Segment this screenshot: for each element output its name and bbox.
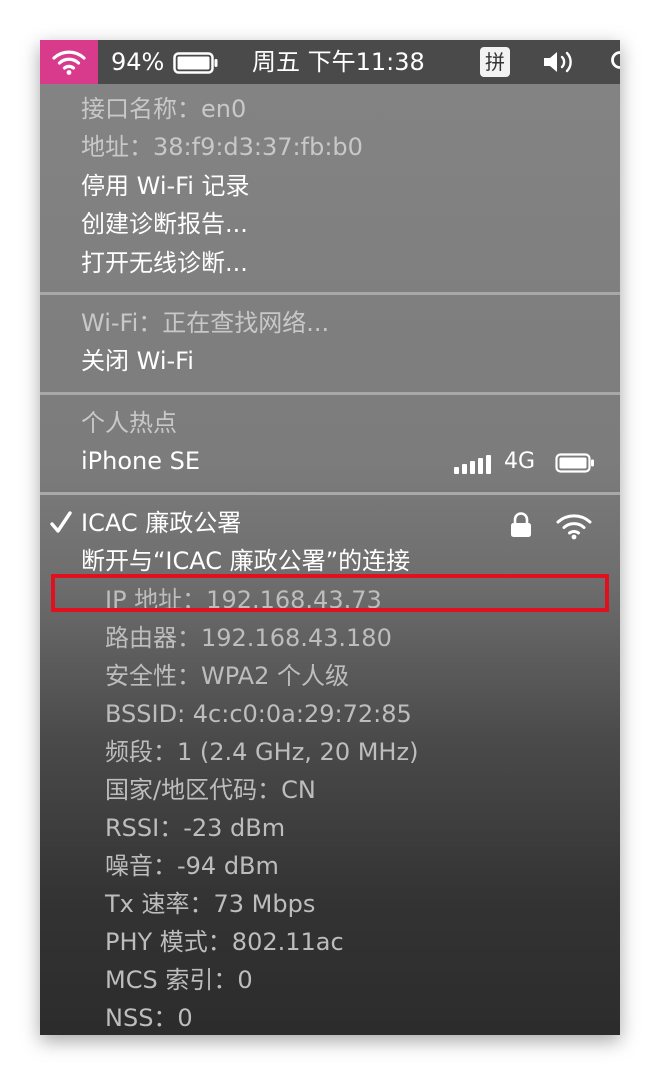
lock-icon [511, 512, 531, 537]
wifi-menu-extra[interactable] [40, 40, 98, 84]
detail-nss: NSS：0 [105, 1004, 193, 1032]
interface-address: 地址：38:f9:d3:37:fb:b0 [81, 133, 363, 161]
ip-address-highlight-box [51, 574, 609, 612]
detail-rssi: RSSI：-23 dBm [105, 814, 286, 842]
detail-security: 安全性：WPA2 个人级 [105, 662, 349, 690]
detail-phy-mode: PHY 模式：802.11ac [105, 928, 344, 956]
open-wireless-diagnostics-item[interactable]: 打开无线诊断... [81, 248, 248, 278]
connected-network-item[interactable]: ICAC 廉政公署 [81, 508, 241, 538]
wifi-status: Wi-Fi：正在查找网络... [81, 309, 330, 337]
wifi-icon [52, 50, 86, 75]
menu-separator [40, 292, 620, 295]
battery-percentage: 94% [111, 48, 165, 76]
menu-bar: 94% 周五 下午11:38 拼 [40, 40, 620, 84]
detail-tx-rate: Tx 速率：73 Mbps [105, 890, 316, 918]
hotspot-device-item[interactable]: iPhone SE [81, 446, 200, 476]
battery-icon[interactable] [173, 52, 219, 74]
menu-separator [40, 492, 620, 495]
detail-noise: 噪音：-94 dBm [105, 852, 279, 880]
turn-wifi-off-item[interactable]: 关闭 Wi-Fi [81, 346, 194, 376]
create-diagnostics-report-item[interactable]: 创建诊断报告... [81, 209, 248, 239]
detail-country-code: 国家/地区代码：CN [105, 776, 316, 804]
detail-router: 路由器：192.168.43.180 [105, 624, 392, 652]
detail-mcs-index: MCS 索引：0 [105, 966, 253, 994]
hotspot-network-type: 4G [504, 449, 536, 474]
disable-wifi-logging-item[interactable]: 停用 Wi-Fi 记录 [81, 171, 250, 201]
menu-separator [40, 392, 620, 395]
wifi-menu-screenshot: 94% 周五 下午11:38 拼 接口名称：en0 地址：38:f9:d3:37… [40, 40, 620, 1035]
wifi-signal-icon [556, 514, 592, 540]
detail-channel: 频段：1 (2.4 GHz, 20 MHz) [105, 738, 419, 766]
interface-name: 接口名称：en0 [81, 95, 247, 123]
disconnect-network-item[interactable]: 断开与“ICAC 廉政公署”的连接 [81, 546, 410, 576]
checkmark-icon [50, 511, 72, 533]
input-method-indicator[interactable]: 拼 [480, 47, 510, 77]
search-icon[interactable] [608, 50, 620, 74]
hotspot-battery-icon [555, 453, 594, 473]
signal-bars-icon [454, 455, 491, 474]
personal-hotspot-header: 个人热点 [81, 409, 177, 437]
detail-bssid: BSSID: 4c:c0:0a:29:72:85 [105, 700, 412, 728]
volume-icon[interactable] [542, 50, 578, 74]
menubar-clock[interactable]: 周五 下午11:38 [252, 47, 425, 77]
